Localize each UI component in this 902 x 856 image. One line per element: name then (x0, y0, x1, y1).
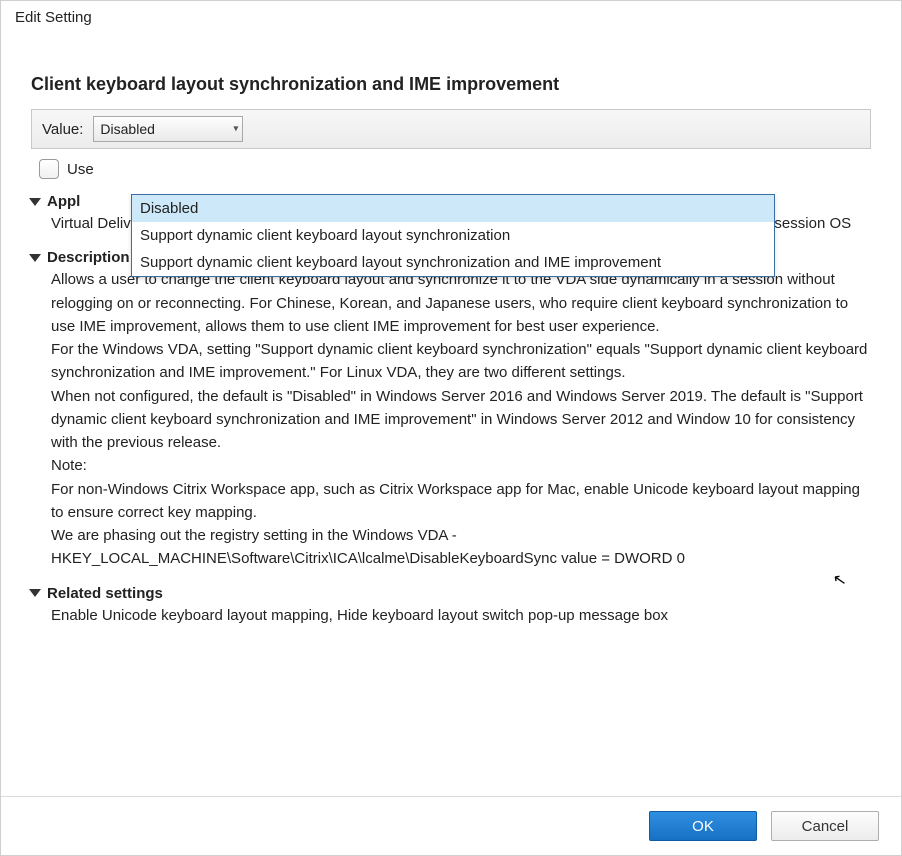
value-combobox[interactable]: Disabled ▾ (93, 116, 243, 142)
section-related: Related settings Enable Unicode keyboard… (31, 585, 871, 627)
dropdown-option[interactable]: Support dynamic client keyboard layout s… (132, 249, 774, 276)
section-description-title: Description (47, 249, 130, 266)
use-default-label: Use (67, 161, 94, 178)
value-combobox-text: Disabled (100, 121, 154, 137)
dropdown-option[interactable]: Support dynamic client keyboard layout s… (132, 222, 774, 249)
window-title: Edit Setting (1, 1, 901, 30)
expand-icon (29, 589, 41, 597)
use-default-row: Use (31, 159, 871, 179)
ok-button[interactable]: OK (649, 811, 757, 841)
section-related-header[interactable]: Related settings (31, 585, 871, 602)
chevron-down-icon: ▾ (233, 124, 238, 135)
value-bar: Value: Disabled ▾ (31, 109, 871, 149)
section-related-title: Related settings (47, 585, 163, 602)
expand-icon (29, 254, 41, 262)
value-label: Value: (40, 121, 83, 138)
expand-icon (29, 198, 41, 206)
setting-title: Client keyboard layout synchronization a… (31, 74, 871, 95)
button-bar: OK Cancel (1, 796, 901, 855)
use-default-checkbox[interactable] (39, 159, 59, 179)
value-dropdown-list[interactable]: Disabled Support dynamic client keyboard… (131, 194, 775, 277)
dialog-content: Client keyboard layout synchronization a… (1, 30, 901, 796)
dropdown-option[interactable]: Disabled (132, 195, 774, 222)
cancel-button[interactable]: Cancel (771, 811, 879, 841)
section-description: Description Allows a user to change the … (31, 249, 871, 570)
section-applies-to-title: Appl (47, 193, 80, 210)
section-related-body: Enable Unicode keyboard layout mapping, … (51, 604, 871, 627)
edit-setting-dialog: Edit Setting Client keyboard layout sync… (0, 0, 902, 856)
section-description-body: Allows a user to change the client keybo… (51, 268, 871, 570)
